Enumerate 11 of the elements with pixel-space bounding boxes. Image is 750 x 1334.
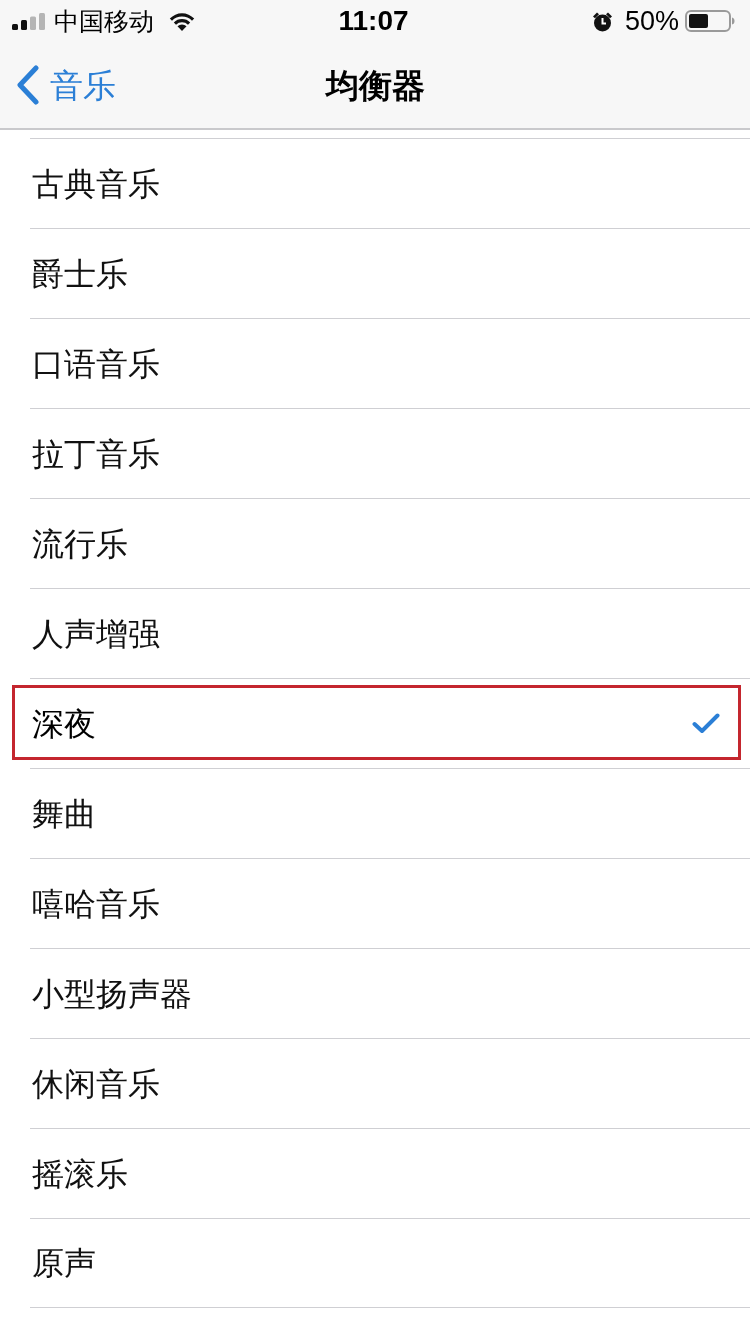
battery-icon <box>685 10 735 32</box>
clock-time: 11:07 <box>338 7 409 35</box>
alarm-clock-icon <box>591 10 613 32</box>
equalizer-option[interactable]: 原声 <box>30 1218 750 1308</box>
battery-percent: 50% <box>624 7 679 35</box>
page-title: 均衡器 <box>325 68 425 102</box>
carrier-name: 中国移动 <box>54 8 154 34</box>
wifi-icon <box>168 11 196 31</box>
back-button[interactable]: 音乐 <box>16 65 116 105</box>
back-chevron-icon <box>16 65 40 105</box>
signal-strength-icon <box>12 12 46 30</box>
